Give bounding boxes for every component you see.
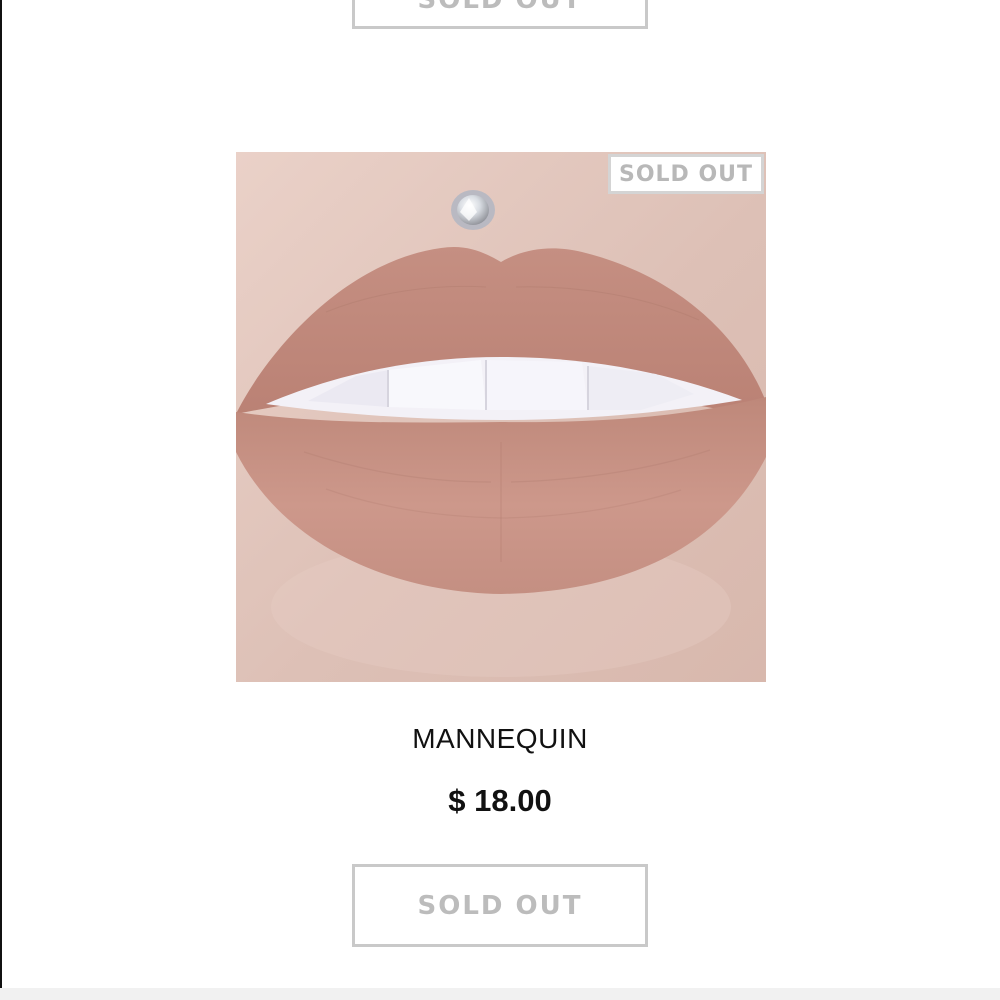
left-border (0, 0, 2, 1000)
product-price: $ 18.00 (448, 783, 552, 818)
bottom-strip (0, 988, 1000, 1000)
sold-out-button[interactable]: SOLD OUT (352, 864, 648, 947)
sold-out-button-label: SOLD OUT (417, 890, 583, 921)
product-image[interactable]: SOLD OUT (236, 152, 766, 682)
sold-out-badge: SOLD OUT (608, 154, 764, 194)
lip-swatch-image (236, 152, 766, 682)
product-name[interactable]: MANNEQUIN (0, 723, 1000, 755)
previous-sold-out-button[interactable]: SOLD OUT (352, 0, 648, 29)
product-listing-page: SOLD OUT MANNEQUIN $ 18.00 SOLD OUT (0, 0, 1000, 1000)
previous-sold-out-label: SOLD OUT (418, 0, 583, 15)
